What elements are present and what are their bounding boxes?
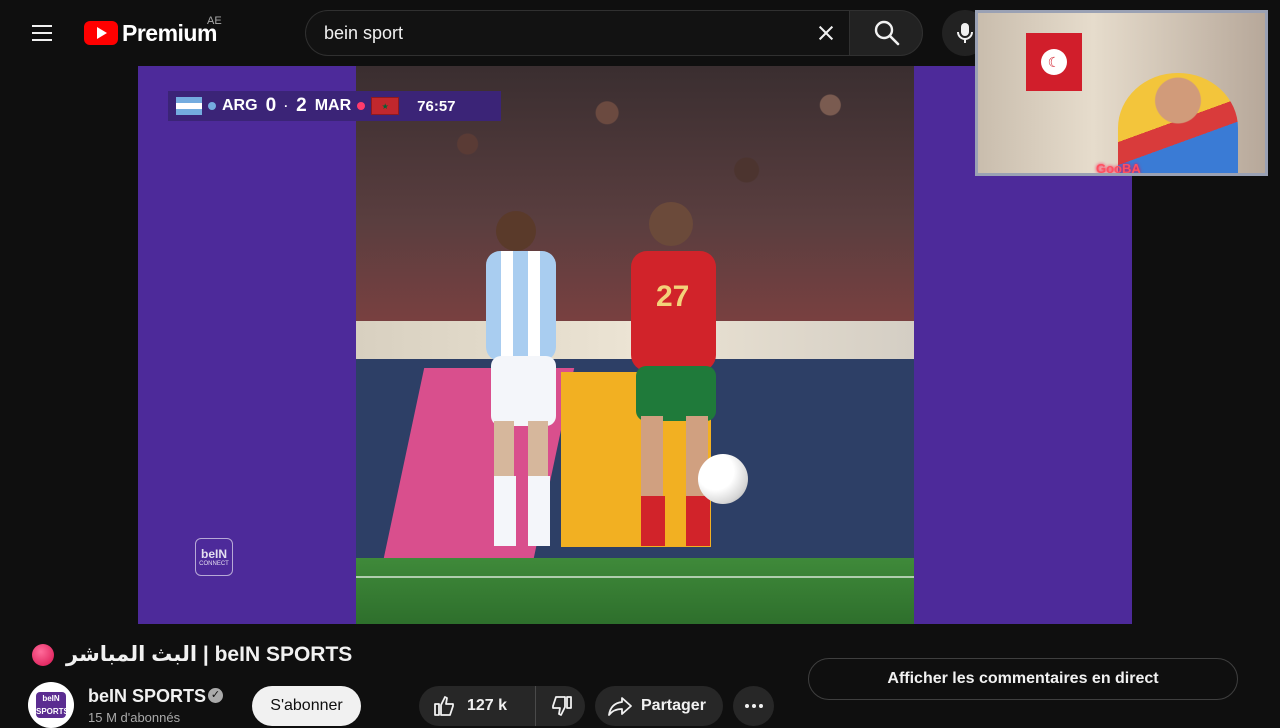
thumbs-up-icon [434, 696, 454, 716]
argentina-flag-icon [176, 97, 202, 115]
away-score: 2 [296, 95, 307, 116]
home-dot-icon [208, 102, 216, 110]
away-dot-icon [357, 102, 366, 110]
channel-name[interactable]: beIN SPORTS [88, 686, 206, 707]
football [698, 454, 748, 504]
channel-row: beIN SPORTS beIN SPORTS ✓ 15 M d'abonnés… [28, 682, 808, 728]
live-chat-label: Afficher les commentaires en direct [887, 670, 1159, 687]
video-frame: 27 [356, 66, 914, 624]
stream-tag: GooBA [1096, 161, 1141, 176]
country-code: AE [207, 15, 222, 27]
video-title-row: البث المباشر | beIN SPORTS [32, 642, 352, 667]
search-input[interactable] [324, 11, 814, 55]
avatar-logo: beIN SPORTS [36, 692, 69, 718]
morocco-flag-icon: ★ [371, 97, 400, 115]
home-score: 0 [265, 95, 277, 116]
clear-icon[interactable] [810, 17, 842, 49]
score-separator: · [284, 99, 289, 113]
search-icon [874, 20, 900, 46]
argentina-player [486, 211, 556, 546]
show-live-chat-button[interactable]: Afficher les commentaires en direct [808, 658, 1238, 700]
scoreboard: ARG 0 · 2 MAR ★ 76:57 [168, 91, 501, 121]
svg-text:27: 27 [656, 280, 689, 313]
video-title: البث المباشر | beIN SPORTS [66, 643, 353, 666]
watermark-line1: beIN [200, 547, 227, 561]
search-button[interactable] [849, 10, 923, 56]
tunisia-flag-icon: ☾ [1026, 33, 1082, 91]
share-arrow-icon [608, 697, 632, 716]
home-team: ARG [222, 97, 258, 114]
more-actions-button[interactable] [733, 686, 774, 726]
away-team: MAR [314, 97, 352, 114]
logo-text: Premium [122, 19, 217, 46]
mic-icon [957, 23, 973, 43]
dislike-button[interactable] [536, 686, 585, 726]
share-button[interactable]: Partager [595, 686, 723, 726]
youtube-premium-logo[interactable]: Premium [84, 20, 217, 46]
subscribe-button[interactable]: S'abonner [252, 686, 361, 726]
streamer-webcam: ☾ GooBA [975, 10, 1268, 176]
channel-avatar[interactable]: beIN SPORTS [28, 682, 74, 728]
bein-connect-watermark: beIN CONNECT [195, 538, 233, 576]
verified-icon: ✓ [208, 688, 223, 703]
like-button[interactable]: 127 k [419, 686, 536, 726]
live-dot-icon [32, 643, 54, 666]
thumbs-down-icon [551, 696, 572, 716]
more-dots-icon [744, 704, 749, 708]
share-label: Partager [641, 697, 706, 714]
morocco-player: 27 [631, 202, 716, 546]
like-count: 127 k [467, 697, 508, 714]
watermark-line2: CONNECT [199, 561, 229, 567]
search-box [305, 10, 850, 56]
match-clock: 76:57 [417, 97, 456, 115]
subscriber-count: 15 M d'abonnés [88, 710, 181, 725]
youtube-logo-icon [84, 21, 118, 45]
like-dislike-group: 127 k [419, 686, 585, 726]
menu-icon[interactable] [22, 13, 62, 53]
